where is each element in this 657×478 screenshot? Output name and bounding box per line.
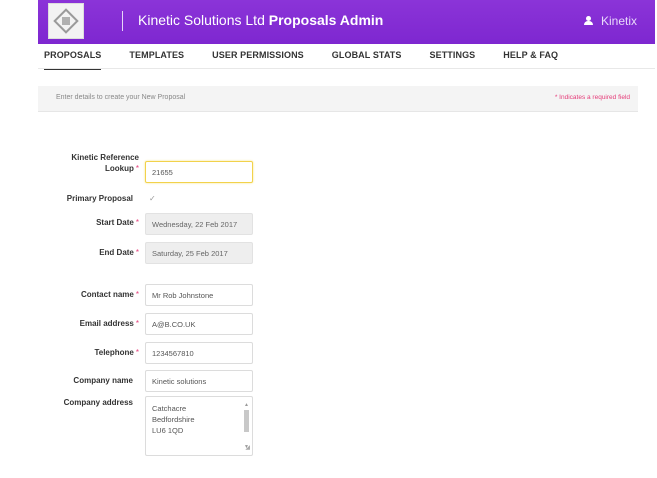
contact-name-input[interactable] xyxy=(145,284,253,306)
nav-global-stats[interactable]: GLOBAL STATS xyxy=(332,50,402,70)
contact-name-label: Contact name * xyxy=(81,290,139,299)
top-bar: Kinetic Solutions Ltd Proposals Admin Ki… xyxy=(38,0,655,44)
resize-handle-icon[interactable]: ◢ xyxy=(245,443,250,454)
reference-label-line1: Kinetic Reference xyxy=(71,153,139,162)
logo-mark-icon xyxy=(62,17,70,25)
app-title: Kinetic Solutions Ltd Proposals Admin xyxy=(138,12,383,28)
address-line: Bedfordshire xyxy=(152,415,195,424)
required-marker: * xyxy=(135,348,139,357)
required-marker: * xyxy=(135,290,139,299)
required-field-note: * Indicates a required field xyxy=(554,94,630,101)
user-name: Kinetix xyxy=(600,14,637,28)
nav-divider xyxy=(38,68,655,69)
primary-proposal-label: Primary Proposal xyxy=(66,194,133,203)
address-line: LU6 1QD xyxy=(152,426,184,435)
email-address-label-text: Email address xyxy=(79,319,134,328)
email-address-label: Email address * xyxy=(80,319,139,328)
required-marker: * xyxy=(135,248,139,257)
telephone-label-text: Telephone xyxy=(94,348,134,357)
title-divider xyxy=(122,11,123,31)
app-title-bold: Proposals Admin xyxy=(268,12,384,28)
company-logo[interactable] xyxy=(48,3,84,39)
company-name-label: Company name xyxy=(73,376,133,385)
form-instruction: Enter details to create your New Proposa… xyxy=(56,94,186,101)
start-date-label: Start Date * xyxy=(96,218,139,227)
contact-name-label-text: Contact name xyxy=(80,290,134,299)
end-date-label: End Date * xyxy=(99,248,139,257)
end-date-input[interactable] xyxy=(145,242,253,264)
user-menu[interactable]: Kinetix xyxy=(583,14,637,28)
address-line: Catchacre xyxy=(152,404,187,413)
user-icon xyxy=(583,16,593,25)
required-marker: * xyxy=(135,164,139,173)
nav-settings[interactable]: SETTINGS xyxy=(429,50,475,70)
required-marker: * xyxy=(135,319,139,328)
company-address-textarea[interactable]: Catchacre Bedfordshire LU6 1QD ▲ ▼ ◢ xyxy=(145,396,253,456)
reference-label-line2: Lookup xyxy=(104,164,134,173)
required-marker: * xyxy=(135,218,139,227)
telephone-input[interactable] xyxy=(145,342,253,364)
company-name-input[interactable] xyxy=(145,370,253,392)
scrollbar-thumb[interactable] xyxy=(244,410,249,432)
primary-proposal-checkbox[interactable]: ✓ xyxy=(149,194,156,203)
end-date-label-text: End Date xyxy=(99,248,134,257)
app-title-prefix: Kinetic Solutions Ltd xyxy=(138,12,265,28)
start-date-label-text: Start Date xyxy=(96,218,134,227)
reference-label: Kinetic Reference Lookup * xyxy=(71,152,139,174)
company-address-label: Company address xyxy=(63,398,133,407)
nav-help-faq[interactable]: HELP & FAQ xyxy=(503,50,558,70)
main-nav: PROPOSALS TEMPLATES USER PERMISSIONS GLO… xyxy=(44,50,586,70)
reference-lookup-input[interactable] xyxy=(145,161,253,183)
info-panel: Enter details to create your New Proposa… xyxy=(38,86,638,112)
email-address-input[interactable] xyxy=(145,313,253,335)
nav-proposals[interactable]: PROPOSALS xyxy=(44,50,102,70)
nav-user-permissions[interactable]: USER PERMISSIONS xyxy=(212,50,304,70)
telephone-label: Telephone * xyxy=(94,348,139,357)
nav-templates[interactable]: TEMPLATES xyxy=(129,50,184,70)
start-date-input[interactable] xyxy=(145,213,253,235)
